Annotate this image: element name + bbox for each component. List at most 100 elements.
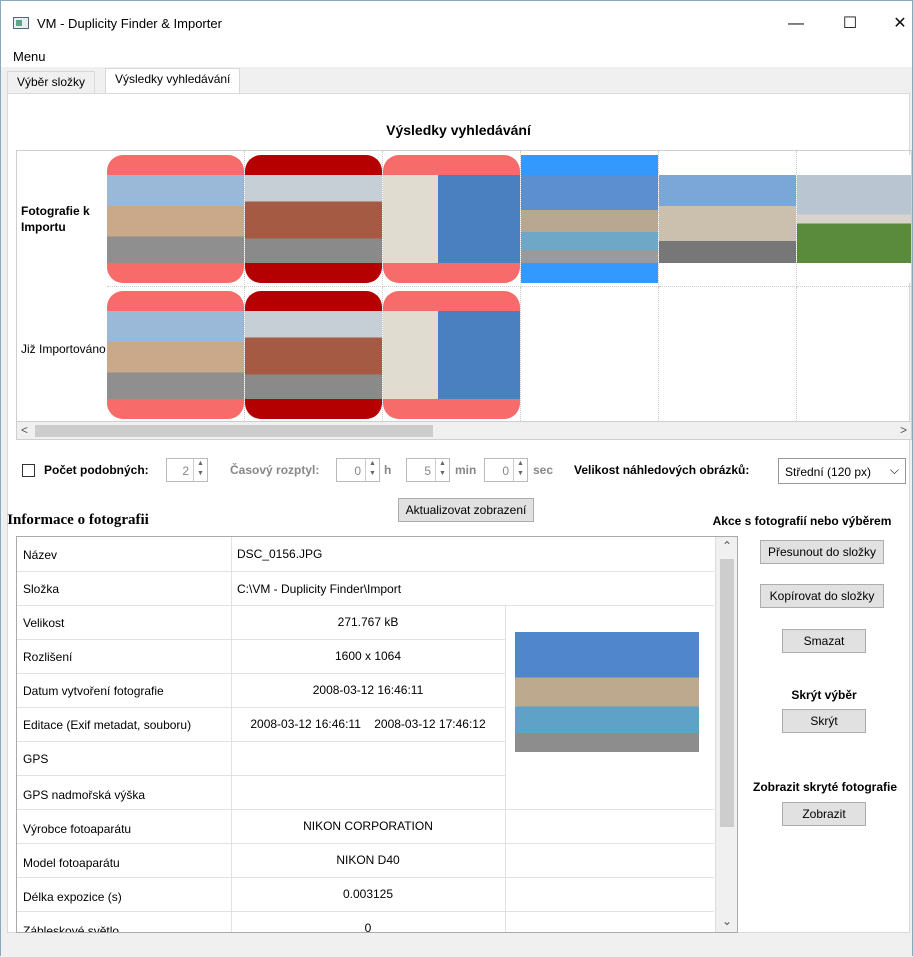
grid-cell[interactable] [107, 287, 245, 421]
thumbnail[interactable] [659, 155, 796, 283]
info-key: Datum vytvoření fotografie [23, 684, 164, 698]
duplicate-thumbnail[interactable] [245, 291, 382, 419]
selected-thumbnail[interactable] [521, 155, 658, 283]
similar-count-value: 2 [182, 464, 189, 478]
horizontal-scrollbar[interactable]: < > [16, 422, 912, 440]
photo-thumbnail [107, 311, 244, 399]
info-value: 0 [364, 921, 372, 933]
info-row: Složka C:\VM - Duplicity Finder\Import [17, 572, 714, 606]
info-row: Rozlišení 1600 x 1064 [17, 640, 505, 674]
time-spread-label: Časový rozptyl: [230, 463, 320, 477]
seconds-unit: sec [533, 463, 554, 477]
photo-thumbnail [383, 175, 520, 263]
main-window: VM - Duplicity Finder & Importer — ☐ ✕ M… [0, 0, 913, 957]
grid-cell[interactable] [107, 151, 245, 287]
title-bar: VM - Duplicity Finder & Importer — ☐ ✕ [1, 1, 912, 45]
maximize-button[interactable]: ☐ [835, 11, 865, 37]
menu-item[interactable]: Menu [13, 49, 46, 64]
duplicate-thumbnail[interactable] [383, 155, 520, 283]
hours-value: 0 [354, 464, 361, 478]
info-value: NIKON CORPORATION [303, 819, 433, 833]
info-value: C:\VM - Duplicity Finder\Import [237, 582, 402, 596]
status-bar [1, 933, 912, 957]
info-row: Výrobce fotoaparátu NIKON CORPORATION [17, 810, 714, 844]
info-row: Datum vytvoření fotografie 2008-03-12 16:… [17, 674, 505, 708]
tab-search-results[interactable]: Výsledky vyhledávání [105, 68, 241, 94]
close-button[interactable]: ✕ [885, 11, 913, 37]
show-button[interactable]: Zobrazit [782, 802, 866, 826]
grid-cell[interactable] [797, 151, 911, 287]
refresh-view-button[interactable]: Aktualizovat zobrazení [398, 498, 534, 522]
grid-cell[interactable] [245, 151, 383, 287]
scroll-left-icon[interactable]: < [21, 423, 28, 437]
move-to-folder-button[interactable]: Přesunout do složky [760, 540, 884, 564]
minutes-stepper[interactable]: 5 ▲ ▼ [406, 458, 450, 482]
grid-cell[interactable] [245, 287, 383, 421]
window-title: VM - Duplicity Finder & Importer [37, 16, 222, 31]
thumbnail[interactable] [797, 155, 911, 283]
grid-cell-empty [797, 287, 911, 421]
filter-controls: Počet podobných: 2 ▲ ▼ Časový rozptyl: 0 ▲ ▼… [8, 458, 909, 488]
row-label-already-imported: Již Importováno [21, 342, 106, 356]
similar-count-stepper[interactable]: 2 ▲ ▼ [166, 458, 208, 482]
grid-cell-empty [521, 287, 659, 421]
results-panel: Výsledky vyhledávání Fotografie k Import… [7, 93, 912, 933]
photo-thumbnail [797, 175, 911, 263]
info-value: NIKON D40 [336, 853, 400, 867]
vertical-scrollbar[interactable]: ⌃ ⌄ [715, 537, 737, 932]
seconds-stepper[interactable]: 0 ▲ ▼ [484, 458, 528, 482]
stepper-arrows-icon[interactable]: ▲ ▼ [365, 459, 379, 481]
photo-info-title: Informace o fotografii [7, 512, 149, 528]
minutes-value: 5 [424, 464, 431, 478]
hide-button[interactable]: Skrýt [782, 709, 866, 733]
grid-cell[interactable] [383, 287, 521, 421]
tab-folder-selection[interactable]: Výběr složky [7, 71, 96, 93]
actions-title: Akce s fotografií nebo výběrem [712, 514, 892, 528]
similar-count-checkbox[interactable] [22, 464, 35, 477]
photo-info-table[interactable]: Název DSC_0156.JPG Složka C:\VM - Duplicit… [16, 536, 738, 933]
grid-cell[interactable] [659, 151, 797, 287]
hide-selection-title: Skrýt výběr [791, 688, 857, 702]
info-key: Složka [23, 582, 60, 596]
info-row: Zábleskové světlo 0 [17, 912, 714, 933]
minutes-unit: min [455, 463, 477, 477]
tab-bar: Výběr složky Výsledky vyhledávání [1, 67, 912, 94]
info-key: Velikost [23, 616, 65, 630]
menu-bar: Menu [1, 45, 912, 67]
duplicate-thumbnail[interactable] [107, 155, 244, 283]
info-value: 1600 x 1064 [334, 649, 402, 663]
info-key: Model fotoaparátu [23, 856, 120, 870]
info-row: Délka expozice (s) 0.003125 [17, 878, 714, 912]
stepper-arrows-icon[interactable]: ▲ ▼ [513, 459, 527, 481]
scroll-up-icon[interactable]: ⌃ [722, 539, 732, 553]
photo-thumbnail [521, 175, 658, 263]
duplicate-thumbnail[interactable] [107, 291, 244, 419]
grid-cell[interactable] [383, 151, 521, 287]
info-value: 2008-03-12 16:46:11 2008-03-12 17:46:12 [250, 717, 486, 731]
delete-button[interactable]: Smazat [782, 629, 866, 653]
duplicate-thumbnail[interactable] [245, 155, 382, 283]
app-icon [13, 17, 29, 29]
thumb-size-select[interactable]: Střední (120 px) ⌵ [778, 458, 906, 484]
chevron-down-icon: ⌵ [889, 463, 899, 477]
scroll-right-icon[interactable]: > [900, 423, 907, 437]
hours-unit: h [384, 463, 392, 477]
photo-thumbnail [245, 311, 382, 399]
grid-cell-empty [659, 287, 797, 421]
scroll-down-icon[interactable]: ⌄ [722, 914, 732, 928]
results-title: Výsledky vyhledávání [386, 122, 531, 138]
stepper-arrows-icon[interactable]: ▲ ▼ [435, 459, 449, 481]
hours-stepper[interactable]: 0 ▲ ▼ [336, 458, 380, 482]
info-key: Editace (Exif metadat, souboru) [23, 718, 192, 732]
info-value: 271.767 kB [337, 615, 399, 629]
scrollbar-thumb[interactable] [35, 425, 433, 437]
photo-preview [515, 632, 699, 752]
stepper-arrows-icon[interactable]: ▲ ▼ [193, 459, 207, 481]
info-row: Model fotoaparátu NIKON D40 [17, 844, 714, 878]
photo-thumbnail [383, 311, 520, 399]
duplicate-thumbnail[interactable] [383, 291, 520, 419]
copy-to-folder-button[interactable]: Kopírovat do složky [760, 584, 884, 608]
minimize-button[interactable]: — [781, 11, 811, 37]
grid-cell[interactable] [521, 151, 659, 287]
info-key: GPS [23, 752, 49, 766]
